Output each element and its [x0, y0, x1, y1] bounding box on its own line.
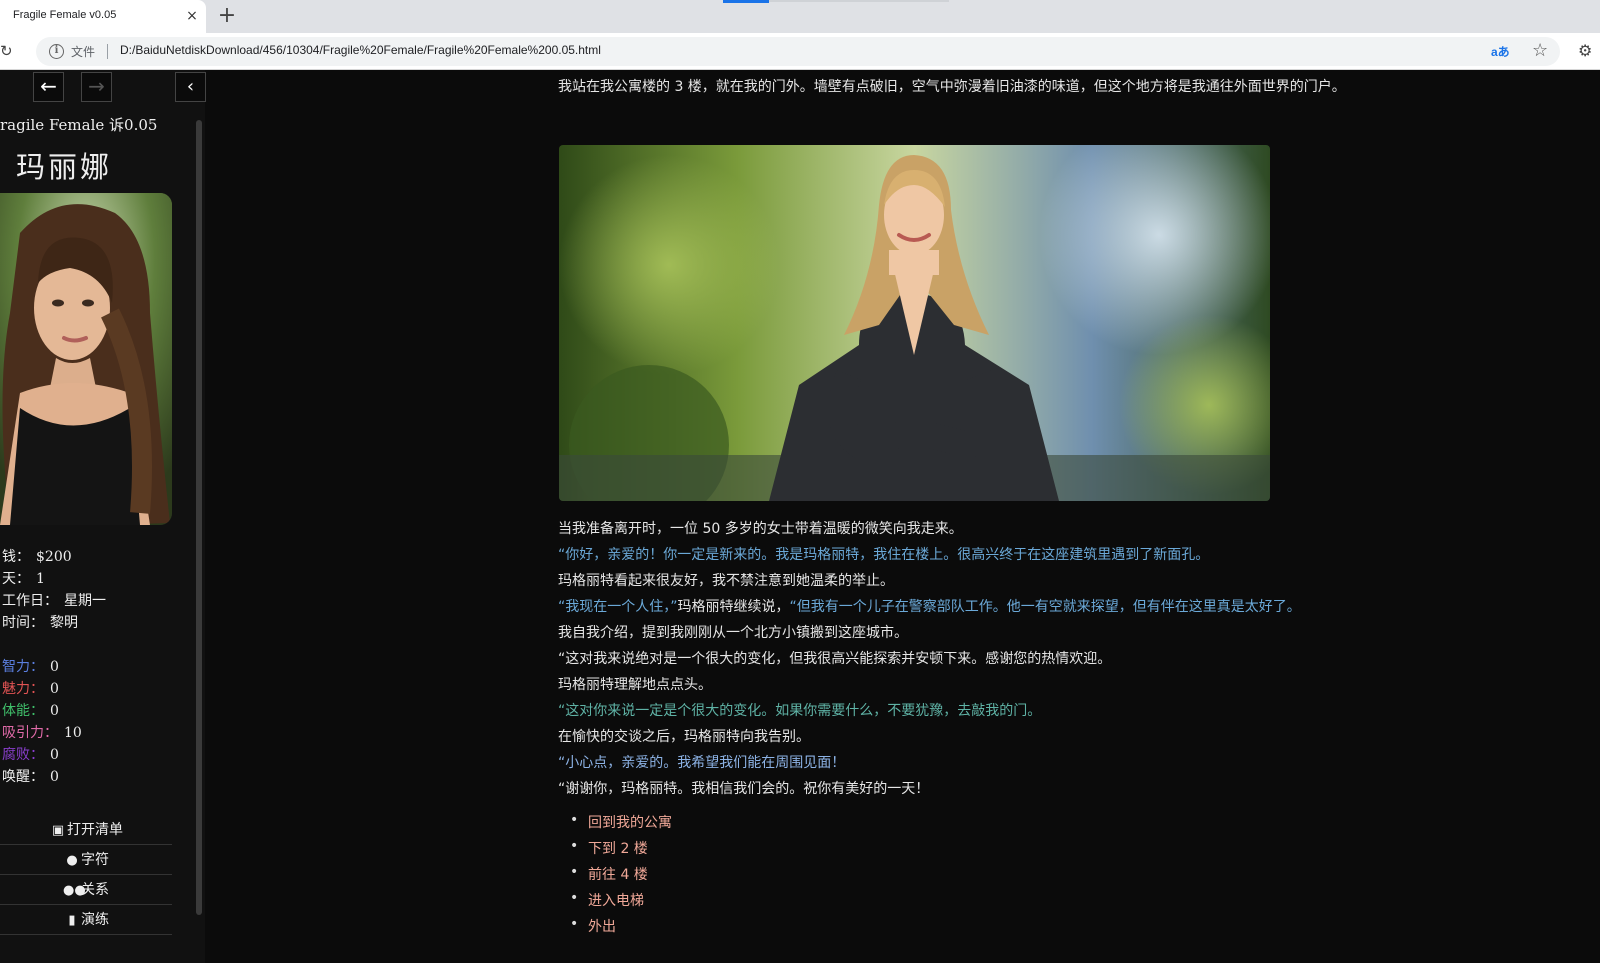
choice-link[interactable]: 下到 2 楼 — [570, 838, 648, 858]
tab-strip-indicator — [723, 0, 769, 3]
scene-image — [559, 145, 1270, 501]
collapse-sidebar-button[interactable]: ‹ — [175, 72, 206, 102]
file-label: 文件 — [71, 45, 96, 59]
arrow-right-icon: → — [88, 74, 105, 98]
scene-illustration — [559, 145, 1270, 501]
stat-time: 时间： 黎明 — [2, 615, 78, 631]
dialogue-margaret: “小心点，亲爱的。我希望我们能在周围见面！ — [558, 755, 846, 771]
url-text[interactable]: D:/BaiduNetdiskDownload/456/10304/Fragil… — [120, 43, 601, 57]
tab-title: Fragile Female v0.05 — [13, 9, 117, 21]
attr-intelligence: 智力： 0 — [2, 659, 59, 675]
tab-bar: Fragile Female v0.05 × + — [0, 0, 1600, 33]
attr-arousal: 唤醒： 0 — [2, 769, 59, 785]
stat-weekday: 工作日： 星期一 — [2, 593, 106, 609]
back-button[interactable]: ← — [33, 72, 64, 102]
choice-link[interactable]: 前往 4 楼 — [570, 864, 648, 884]
passage-intro: 我站在我公寓楼的 3 楼，就在我的门外。墙壁有点破旧，空气中弥漫着旧油漆的味道，… — [558, 79, 1346, 95]
omnibox-divider — [107, 44, 108, 59]
narration-line: 玛格丽特看起来很友好，我不禁注意到她温柔的举止。 — [558, 573, 894, 589]
choice-link[interactable]: 回到我的公寓 — [570, 812, 672, 832]
story-title: ragile Female 诉0.05 — [0, 116, 158, 134]
attr-charisma: 魅力： 0 — [2, 681, 59, 697]
forward-button[interactable]: → — [81, 72, 112, 102]
portrait-illustration — [0, 193, 172, 525]
narration-inline: 玛格丽特继续说， — [677, 599, 790, 615]
user-icon: ● — [66, 853, 78, 868]
narration-line: 当我准备离开时，一位 50 多岁的女士带着温暖的微笑向我走来。 — [558, 521, 963, 537]
sidebar: ← → ‹ ragile Female 诉0.05 玛丽娜 钱： $200 天：… — [0, 70, 206, 963]
dialogue-margaret: “我现在一个人住，” — [558, 599, 678, 615]
new-tab-icon[interactable]: + — [216, 3, 238, 29]
choice-link[interactable]: 外出 — [570, 916, 616, 936]
narration-line: 我自我介绍，提到我刚刚从一个北方小镇搬到这座城市。 — [558, 625, 908, 641]
translate-icon[interactable]: aあ — [1491, 43, 1511, 59]
address-bar: ↻ i 文件 D:/BaiduNetdiskDownload/456/10304… — [0, 33, 1600, 70]
book-icon: ▮ — [68, 913, 76, 928]
sidebar-scrollbar[interactable] — [196, 120, 202, 915]
users-icon: ●● — [63, 883, 86, 898]
menu-label: 演练 — [81, 912, 109, 928]
extensions-icon[interactable]: ⚙ — [1578, 40, 1596, 62]
dialogue-margaret: “你好，亲爱的！你一定是新来的。我是玛格丽特，我住在楼上。很高兴终于在这座建筑里… — [558, 547, 1210, 563]
dialogue-player: “谢谢你，玛格丽特。我相信我们会的。祝你有美好的一天！ — [558, 781, 930, 797]
tab-strip-track — [769, 0, 949, 2]
relationships-button[interactable]: ●●关系 — [0, 875, 172, 905]
narration-line: 在愉快的交谈之后，玛格丽特向我告别。 — [558, 729, 810, 745]
open-inventory-button[interactable]: ▣ 打开清单 — [0, 815, 172, 845]
choice-link[interactable]: 进入电梯 — [570, 890, 644, 910]
character-portrait — [0, 193, 172, 525]
mixed-dialogue-line: “我现在一个人住，”玛格丽特继续说，“但我有一个儿子在警察部队工作。他一有空就来… — [558, 596, 1301, 616]
story-page: ← → ‹ ragile Female 诉0.05 玛丽娜 钱： $200 天：… — [0, 70, 1600, 963]
omnibox[interactable]: i 文件 D:/BaiduNetdiskDownload/456/10304/F… — [36, 37, 1560, 66]
narration-line: 玛格丽特理解地点点头。 — [558, 677, 712, 693]
menu-label: 字符 — [81, 852, 109, 868]
attr-fitness: 体能： 0 — [2, 703, 59, 719]
stat-money: 钱： $200 — [2, 549, 72, 565]
menu-label: 关系 — [81, 882, 109, 898]
close-tab-icon[interactable]: × — [185, 7, 199, 25]
browser-tab[interactable]: Fragile Female v0.05 × — [0, 0, 206, 33]
attr-attractiveness: 吸引力： 10 — [2, 725, 82, 741]
menu-label: 打开清单 — [67, 822, 123, 838]
toolbox-icon: ▣ — [51, 823, 65, 838]
dialogue-player: “这对我来说绝对是一个很大的变化，但我很高兴能探索并安顿下来。感谢您的热情欢迎。 — [558, 651, 1112, 667]
reload-icon[interactable]: ↻ — [0, 41, 16, 61]
dialogue-margaret: “但我有一个儿子在警察部队工作。他一有空就来探望，但有伴在这里真是太好了。 — [789, 599, 1301, 615]
dialogue-margaret: “这对你来说一定是个很大的变化。如果你需要什么，不要犹豫，去敲我的门。 — [558, 703, 1042, 719]
attr-corruption: 腐败： 0 — [2, 747, 59, 763]
stat-day: 天： 1 — [2, 571, 45, 587]
chevron-left-icon: ‹ — [186, 76, 195, 97]
walkthrough-button[interactable]: ▮ 演练 — [0, 905, 172, 935]
character-name: 玛丽娜 — [16, 150, 113, 184]
bookmark-star-icon[interactable]: ☆ — [1532, 40, 1552, 62]
arrow-left-icon: ← — [40, 74, 57, 98]
characters-button[interactable]: ● 字符 — [0, 845, 172, 875]
info-icon[interactable]: i — [49, 44, 64, 59]
